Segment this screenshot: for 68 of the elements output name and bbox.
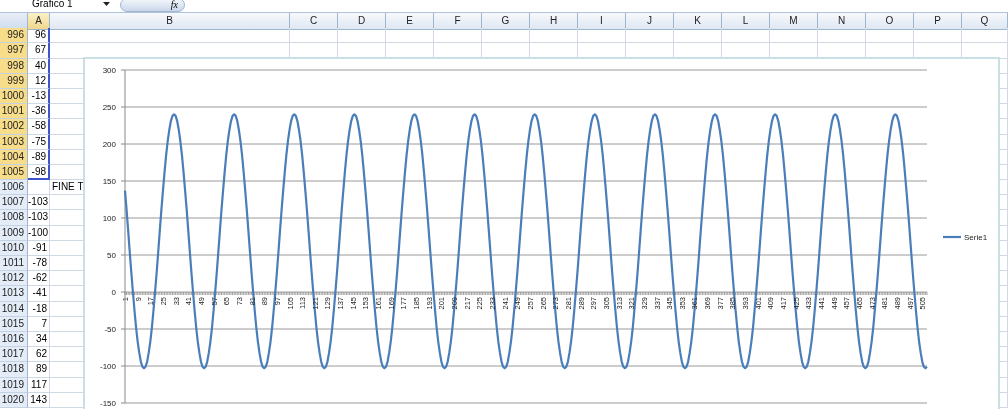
name-box[interactable]: Grafico 1	[30, 0, 112, 12]
table-cell: -103	[28, 195, 50, 211]
row-header[interactable]: 1017	[0, 347, 28, 363]
column-header[interactable]: A	[28, 13, 50, 30]
table-cell: -91	[28, 240, 50, 256]
column-header[interactable]: E	[386, 13, 434, 30]
column-header[interactable]: J	[626, 13, 674, 30]
table-cell: 7	[28, 316, 50, 332]
table-cell: 62	[28, 347, 50, 363]
axis-label: -50	[104, 325, 116, 334]
axis-label: -100	[100, 362, 116, 371]
table-cell: -18	[28, 301, 50, 317]
legend-line-icon	[943, 235, 961, 239]
table-cell: -100	[28, 225, 50, 241]
axis-label: 300	[102, 66, 116, 75]
row-header[interactable]: 997	[0, 43, 28, 59]
table-cell: -62	[28, 271, 50, 287]
table-cell: 96	[28, 28, 50, 44]
table-cell: 12	[28, 73, 50, 89]
table-cell: -75	[28, 134, 50, 150]
caret-icon	[103, 2, 110, 6]
table-cell: -58	[28, 119, 50, 135]
column-header[interactable]: D	[338, 13, 386, 30]
table-cell: 67	[28, 43, 50, 59]
table-cell: -98	[28, 164, 50, 181]
table-cell: 117	[28, 377, 50, 393]
table-cell: 89	[28, 362, 50, 378]
table-cell: -78	[28, 256, 50, 272]
axis-label: 250	[102, 103, 116, 112]
column-header[interactable]: L	[722, 13, 770, 30]
table-cell: -36	[28, 104, 50, 120]
table-cell: 143	[28, 392, 50, 408]
table-cell: -41	[28, 286, 50, 302]
table-cell: 40	[28, 58, 50, 74]
row-header[interactable]: 1008	[0, 210, 28, 226]
axis-label: 200	[102, 140, 116, 149]
column-header[interactable]: K	[674, 13, 722, 30]
axis-label: 0	[111, 288, 116, 297]
row-header[interactable]: 1012	[0, 271, 28, 287]
row-header[interactable]: 996	[0, 28, 28, 44]
table-cell: -89	[28, 149, 50, 165]
row-header[interactable]: 1006	[0, 180, 28, 196]
row-header[interactable]: 1018	[0, 362, 28, 378]
column-header[interactable]: C	[290, 13, 338, 30]
column-header[interactable]: O	[866, 13, 914, 30]
table-cell: 34	[28, 331, 50, 348]
axis-label: -150	[100, 399, 116, 408]
table-cell: -103	[28, 210, 50, 226]
row-header[interactable]: 1013	[0, 286, 28, 302]
legend-label: Serie1	[964, 233, 988, 242]
column-header[interactable]: Q	[962, 13, 1008, 30]
column-header[interactable]: M	[770, 13, 818, 30]
column-header[interactable]: P	[914, 13, 962, 30]
column-header[interactable]: I	[578, 13, 626, 30]
insert-function-button[interactable]: fx	[120, 0, 185, 12]
table-cell: -13	[28, 88, 50, 105]
row-header[interactable]: 1002	[0, 119, 28, 135]
column-header[interactable]: G	[482, 13, 530, 30]
axis-label: 100	[102, 214, 116, 223]
row-header[interactable]: 1007	[0, 195, 28, 211]
column-header[interactable]: B	[50, 13, 290, 30]
column-header[interactable]: H	[530, 13, 578, 30]
column-header[interactable]: N	[818, 13, 866, 30]
axis-label: 150	[102, 177, 116, 186]
row-header[interactable]: 1001	[0, 104, 28, 120]
axis-label: 50	[107, 251, 116, 260]
row-header[interactable]: 1011	[0, 256, 28, 272]
column-header[interactable]: F	[434, 13, 482, 30]
